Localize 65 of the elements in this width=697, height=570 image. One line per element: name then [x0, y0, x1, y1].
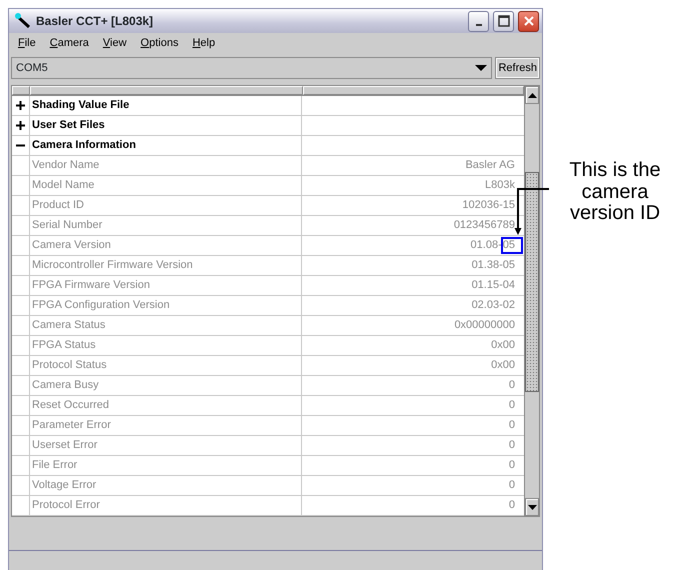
group-label[interactable]: Camera Information	[32, 137, 136, 154]
scroll-thumb[interactable]	[525, 172, 539, 392]
down-arrow-icon	[528, 504, 536, 510]
port-dropdown[interactable]: COM5	[11, 57, 492, 79]
property-value: 0x00	[491, 358, 515, 374]
minimize-button[interactable]	[468, 10, 489, 32]
property-value: 102036-15	[462, 198, 515, 214]
property-value: 01.38-05	[472, 258, 515, 274]
property-value: 0x00000000	[454, 318, 515, 334]
scroll-down-button[interactable]	[525, 498, 539, 516]
property-value: 0	[508, 478, 515, 494]
expand-icon[interactable]	[16, 121, 25, 130]
property-value: 0	[508, 438, 515, 454]
minimize-icon	[476, 24, 482, 26]
property-name: FPGA Status	[32, 338, 96, 354]
property-name: Parameter Error	[32, 418, 111, 434]
property-name: Protocol Error	[32, 498, 100, 514]
property-name: Protocol Status	[32, 358, 107, 374]
expand-icon[interactable]	[16, 101, 25, 110]
scrollbar[interactable]	[524, 86, 539, 516]
property-name: Model Name	[32, 178, 94, 194]
up-arrow-icon	[528, 92, 536, 98]
menu-item[interactable]: File	[13, 34, 41, 52]
group-label[interactable]: Shading Value File	[32, 97, 130, 114]
menu-item[interactable]: Camera	[44, 34, 94, 52]
property-value: Basler AG	[465, 158, 515, 174]
wand-icon	[14, 13, 32, 29]
scroll-up-button[interactable]	[525, 86, 539, 104]
property-name: File Error	[32, 458, 78, 474]
window-title: Basler CCT+ [L803k]	[36, 13, 154, 30]
annotation-text: This is the camera version ID	[568, 160, 662, 226]
maximize-icon	[498, 15, 510, 27]
property-name: Serial Number	[32, 218, 102, 234]
property-name: Userset Error	[32, 438, 98, 454]
close-icon	[522, 15, 534, 27]
maximize-button[interactable]	[493, 10, 514, 32]
property-value: 0	[508, 498, 515, 514]
property-value: 02.03-02	[472, 298, 515, 314]
property-value: 0123456789	[454, 218, 515, 234]
caret-icon	[475, 64, 488, 72]
property-name: Voltage Error	[32, 478, 96, 494]
port-value: COM5	[16, 60, 49, 76]
property-value: 0x00	[491, 338, 515, 354]
property-name: FPGA Configuration Version	[32, 298, 170, 314]
property-name: Vendor Name	[32, 158, 100, 174]
property-name: Camera Status	[32, 318, 106, 334]
close-button[interactable]	[518, 10, 539, 32]
property-value: 0	[508, 458, 515, 474]
property-name: Microcontroller Firmware Version	[32, 258, 193, 274]
property-value: 01.15-04	[472, 278, 515, 294]
property-name: Camera Version	[32, 238, 111, 254]
property-name: Reset Occurred	[32, 398, 110, 414]
property-name: Camera Busy	[32, 378, 99, 394]
property-name: FPGA Firmware Version	[32, 278, 150, 294]
property-name: Product ID	[32, 198, 84, 214]
property-value: 0	[508, 418, 515, 434]
menu-item[interactable]: Options	[136, 34, 184, 52]
refresh-button[interactable]: Refresh	[495, 57, 540, 79]
property-value: 0	[508, 398, 515, 414]
property-value: 0	[508, 378, 515, 394]
menu-item[interactable]: Help	[187, 34, 220, 52]
group-label[interactable]: User Set Files	[32, 117, 105, 134]
property-value: L803k	[485, 178, 515, 194]
menu-item[interactable]: View	[98, 34, 132, 52]
leader-arrow	[514, 188, 549, 235]
